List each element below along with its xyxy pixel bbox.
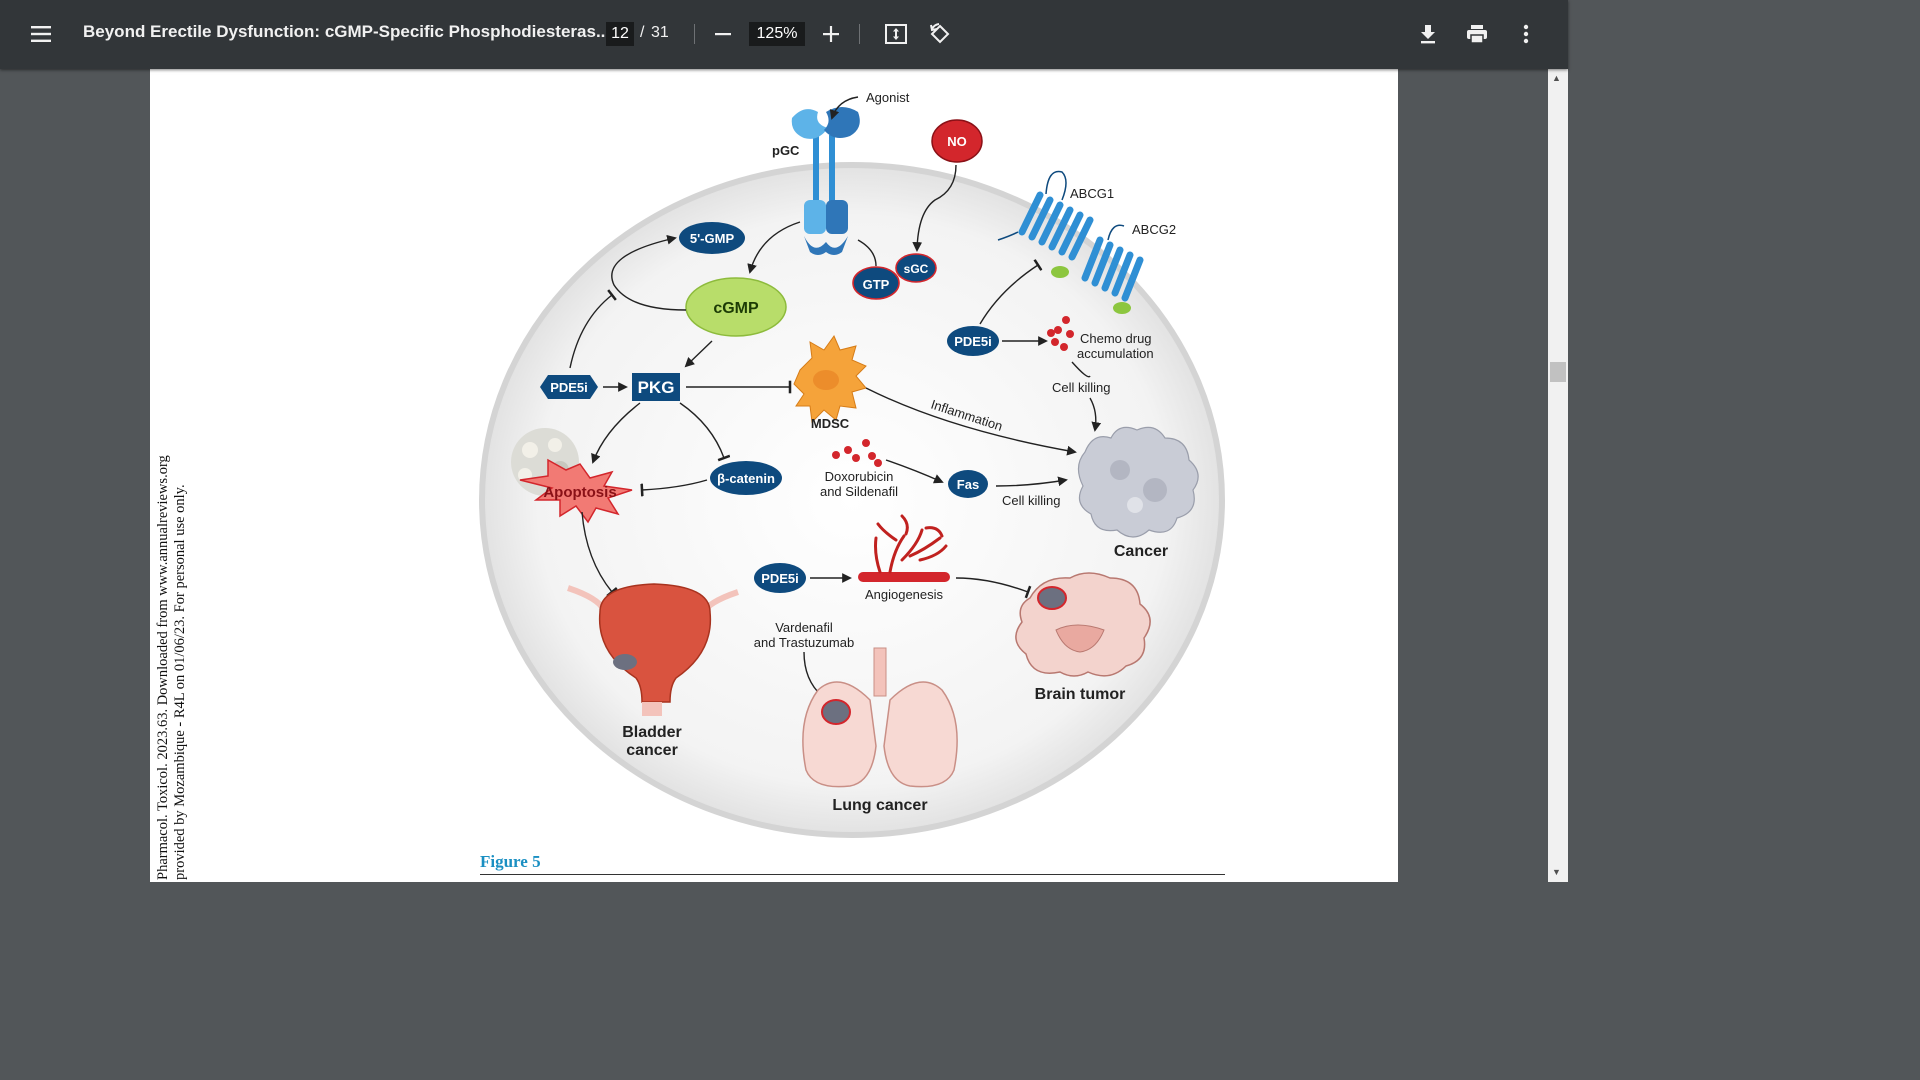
fit-to-page-icon[interactable]	[880, 18, 912, 50]
cancer-label: Cancer	[1114, 543, 1168, 560]
scroll-down-icon[interactable]: ▼	[1552, 867, 1561, 877]
download-icon[interactable]	[1412, 18, 1444, 50]
pde5i-label: PDE5i	[761, 571, 799, 586]
fas-label: Fas	[957, 477, 979, 492]
toolbar-divider	[859, 24, 860, 44]
page-separator: /	[640, 24, 645, 41]
figure-5-illustration: Agonist pGC NO ABCG1 ABCG2 5'-GMP sGC GT…	[479, 90, 1225, 838]
caption-rule	[480, 874, 1225, 875]
pgc-label: pGC	[772, 143, 800, 158]
chemo-label: accumulation	[1077, 346, 1154, 361]
pde5i-label: PDE5i	[954, 334, 992, 349]
brain-tumor-label: Brain tumor	[1035, 686, 1126, 703]
scroll-up-icon[interactable]: ▲	[1552, 73, 1561, 83]
doxorubicin-label: and Sildenafil	[820, 484, 898, 499]
brain-illustration	[1015, 572, 1151, 677]
plus-icon[interactable]	[815, 18, 847, 50]
mdsc-label: MDSC	[811, 416, 850, 431]
bladder-cancer-label: Bladder	[622, 724, 682, 741]
hamburger-menu-icon[interactable]	[25, 18, 57, 50]
5gmp-label: 5'-GMP	[690, 231, 735, 246]
doxorubicin-label: Doxorubicin	[825, 469, 894, 484]
page-number-input[interactable]: 12	[606, 22, 634, 46]
no-label: NO	[947, 134, 967, 149]
toolbar-divider	[694, 24, 695, 44]
document-title: Beyond Erectile Dysfunction: cGMP-Specif…	[83, 22, 611, 41]
sgc-label: sGC	[904, 262, 929, 276]
bladder-cancer-label: cancer	[626, 742, 678, 759]
vertical-scrollbar[interactable]: ▲ ▼	[1548, 69, 1568, 882]
angiogenesis-label: Angiogenesis	[865, 587, 944, 602]
figure-caption: Figure 5	[480, 852, 541, 871]
rotate-icon[interactable]	[924, 18, 956, 50]
cell-killing-label: Cell killing	[1052, 380, 1111, 395]
zoom-input[interactable]: 125%	[749, 22, 805, 46]
cgmp-label: cGMP	[713, 300, 759, 317]
abcg1-label: ABCG1	[1070, 186, 1114, 201]
scrollbar-thumb[interactable]	[1550, 362, 1566, 382]
more-vert-icon[interactable]	[1510, 18, 1542, 50]
cell-killing-label: Cell killing	[1002, 493, 1061, 508]
agonist-label: Agonist	[866, 90, 910, 105]
page-total: 31	[651, 24, 669, 41]
apoptosis-label: Apoptosis	[543, 484, 616, 501]
vardenafil-label: Vardenafil	[775, 620, 833, 635]
minus-icon[interactable]	[707, 18, 739, 50]
pkg-label: PKG	[638, 378, 675, 397]
gtp-label: GTP	[863, 277, 890, 292]
vardenafil-label: and Trastuzumab	[754, 635, 854, 650]
beta-catenin-label: β-catenin	[717, 471, 775, 486]
print-icon[interactable]	[1461, 18, 1493, 50]
chemo-label: Chemo drug	[1080, 331, 1152, 346]
lung-cancer-label: Lung cancer	[832, 797, 927, 814]
pde5i-label: PDE5i	[550, 380, 588, 395]
abcg2-label: ABCG2	[1132, 222, 1176, 237]
pdf-toolbar: Beyond Erectile Dysfunction: cGMP-Specif…	[0, 0, 1568, 69]
